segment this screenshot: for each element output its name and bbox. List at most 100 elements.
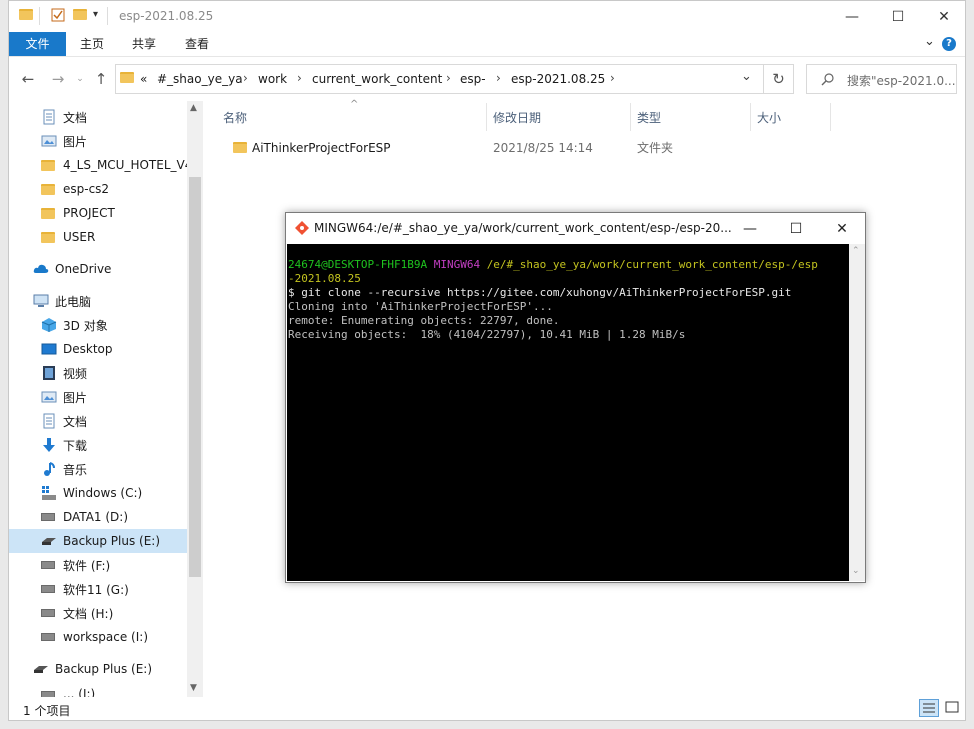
nav-item-software11-g[interactable]: 软件11 (G:)	[9, 577, 203, 601]
properties-check-icon[interactable]	[51, 8, 65, 25]
nav-item-label: 图片	[63, 390, 88, 405]
nav-item-music[interactable]: 音乐	[9, 457, 203, 481]
nav-item-label: 文档	[63, 110, 88, 125]
nav-item-esp-cs2[interactable]: esp-cs2	[9, 177, 203, 201]
column-divider[interactable]	[830, 103, 831, 131]
scroll-down-icon[interactable]: ▼	[190, 683, 197, 693]
folder-icon	[41, 181, 57, 197]
file-modified: 2021/8/25 14:14	[493, 141, 593, 155]
prompt-system: MINGW64	[433, 258, 481, 271]
column-header-modified[interactable]: 修改日期	[493, 101, 541, 133]
expand-ribbon-icon[interactable]: ⌄	[924, 34, 935, 49]
nav-item-label: 音乐	[63, 462, 88, 477]
quick-access-dropdown-icon[interactable]: ▾	[93, 9, 98, 20]
column-header-size[interactable]: 大小	[757, 101, 781, 133]
column-divider[interactable]	[486, 103, 487, 131]
terminal-close-button[interactable]: ✕	[819, 213, 865, 244]
breadcrumb-separator[interactable]: ›	[297, 71, 302, 85]
address-dropdown-icon[interactable]: ⌄	[741, 69, 752, 84]
nav-item-3d-objects[interactable]: 3D 对象	[9, 313, 203, 337]
breadcrumb-separator[interactable]: ›	[610, 71, 615, 85]
large-icons-view-icon[interactable]	[943, 699, 963, 717]
scroll-up-icon[interactable]: ▲	[190, 103, 197, 113]
recent-locations-button[interactable]: ⌄	[69, 68, 91, 90]
scroll-up-icon[interactable]: ⌃	[852, 246, 860, 256]
nav-item-partial[interactable]: ... (I:)	[9, 687, 203, 697]
help-icon[interactable]: ?	[942, 37, 956, 51]
breadcrumb-separator[interactable]: ›	[496, 71, 501, 85]
prompt-path: /e/#_shao_ye_ya/work/current_work_conten…	[486, 258, 818, 271]
nav-item-onedrive[interactable]: OneDrive	[9, 257, 203, 281]
terminal-output[interactable]: 24674@DESKTOP-FHF1B9A MINGW64 /e/#_shao_…	[287, 244, 849, 581]
folder-icon	[41, 205, 57, 221]
nav-item-label: 视频	[63, 366, 88, 381]
overflow-chevron[interactable]: «	[140, 72, 147, 86]
nav-item-software-f[interactable]: 软件 (F:)	[9, 553, 203, 577]
nav-item-downloads[interactable]: 下载	[9, 433, 203, 457]
nav-item-project[interactable]: PROJECT	[9, 201, 203, 225]
drive-icon	[41, 605, 57, 621]
nav-item-backup-plus-e[interactable]: Backup Plus (E:)	[9, 529, 203, 553]
nav-item-pictures-pc[interactable]: 图片	[9, 385, 203, 409]
forward-button[interactable]: →	[47, 68, 69, 90]
nav-item-videos[interactable]: 视频	[9, 361, 203, 385]
terminal-scrollbar[interactable]: ⌃ ⌄	[849, 244, 865, 581]
folder-icon	[41, 229, 57, 245]
divider	[107, 7, 108, 25]
nav-item-label: esp-cs2	[63, 182, 110, 196]
up-button[interactable]: ↑	[90, 68, 112, 90]
nav-item-label: 3D 对象	[63, 318, 108, 333]
scrollbar-thumb[interactable]	[189, 177, 201, 577]
search-box[interactable]: 搜索"esp-2021.0...	[806, 64, 957, 94]
nav-item-workspace-i[interactable]: workspace (I:)	[9, 625, 203, 649]
nav-item-desktop[interactable]: Desktop	[9, 337, 203, 361]
terminal-minimize-button[interactable]: —	[727, 213, 773, 244]
back-button[interactable]: ←	[17, 68, 39, 90]
breadcrumb-esp[interactable]: esp-	[460, 72, 486, 86]
tab-view[interactable]: 查看	[172, 32, 222, 56]
scroll-down-icon[interactable]: ⌄	[852, 566, 860, 576]
nav-item-this-pc[interactable]: 此电脑	[9, 289, 203, 313]
nav-item-label: DATA1 (D:)	[63, 510, 129, 524]
nav-item-4-ls-mcu-hotel[interactable]: 4_LS_MCU_HOTEL_V4	[9, 153, 203, 177]
details-view-icon[interactable]	[919, 699, 939, 717]
column-divider[interactable]	[750, 103, 751, 131]
nav-item-label: Desktop	[63, 342, 113, 356]
nav-item-documents[interactable]: 文档 📌	[9, 105, 203, 129]
column-header-type[interactable]: 类型	[637, 101, 661, 133]
nav-item-windows-c[interactable]: Windows (C:)	[9, 481, 203, 505]
nav-item-documents-h[interactable]: 文档 (H:)	[9, 601, 203, 625]
breadcrumb-separator[interactable]: ›	[446, 71, 451, 85]
nav-scrollbar[interactable]: ▲ ▼	[187, 101, 203, 697]
terminal-line: remote: Enumerating objects: 22797, done…	[288, 314, 560, 327]
nav-item-user[interactable]: USER	[9, 225, 203, 249]
windows-drive-icon	[41, 485, 57, 501]
music-icon	[41, 461, 57, 477]
breadcrumb-separator[interactable]: ›	[243, 71, 248, 85]
nav-item-backup-plus-e-root[interactable]: Backup Plus (E:)	[9, 657, 203, 681]
close-button[interactable]: ✕	[921, 1, 965, 32]
address-bar[interactable]: « #_shao_ye_ya › work › current_work_con…	[115, 64, 764, 94]
breadcrumb-current-work-content[interactable]: current_work_content	[312, 72, 442, 86]
maximize-button[interactable]: ☐	[875, 1, 921, 32]
nav-item-pictures[interactable]: 图片 📌	[9, 129, 203, 153]
ribbon-tabs: 文件 主页 共享 查看 ⌄ ?	[9, 32, 965, 56]
nav-item-label: 文档 (H:)	[63, 606, 114, 621]
breadcrumb-shao-ye-ya[interactable]: #_shao_ye_ya	[157, 72, 243, 86]
tab-file[interactable]: 文件	[9, 32, 66, 56]
tab-share[interactable]: 共享	[119, 32, 169, 56]
tab-home[interactable]: 主页	[67, 32, 117, 56]
nav-item-documents-pc[interactable]: 文档	[9, 409, 203, 433]
minimize-button[interactable]: —	[829, 1, 875, 32]
column-header-name[interactable]: 名称	[223, 101, 247, 133]
file-row[interactable]: AiThinkerProjectForESP	[233, 137, 391, 159]
refresh-button[interactable]: ↻	[764, 64, 794, 94]
breadcrumb-work[interactable]: work	[258, 72, 287, 86]
new-folder-icon[interactable]	[73, 9, 87, 23]
nav-item-label: USER	[63, 230, 96, 244]
nav-item-data1-d[interactable]: DATA1 (D:)	[9, 505, 203, 529]
column-divider[interactable]	[630, 103, 631, 131]
drive-icon	[41, 687, 57, 697]
terminal-maximize-button[interactable]: ☐	[773, 213, 819, 244]
breadcrumb-esp-2021-08-25[interactable]: esp-2021.08.25	[511, 72, 605, 86]
